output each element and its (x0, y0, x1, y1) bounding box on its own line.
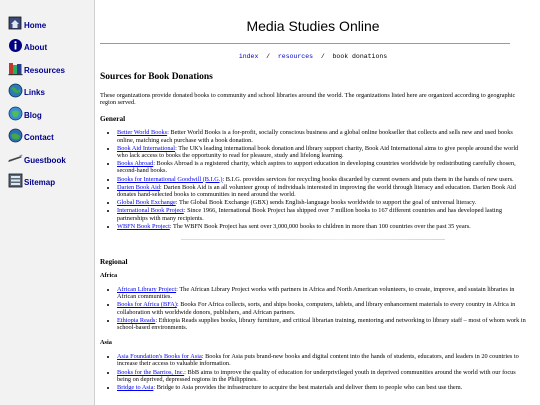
org-link[interactable]: African Library Project (117, 286, 176, 293)
general-list: Better World Books: Better World Books i… (100, 129, 526, 230)
org-link[interactable]: Ethiopia Reads (117, 317, 155, 324)
org-description: : Ethiopia Reads supplies books, library… (117, 316, 526, 332)
section-heading-general: General (100, 114, 126, 124)
breadcrumb-index[interactable]: index (239, 53, 259, 60)
sidebar: Home About Resources Links Blog Contact (0, 0, 95, 405)
nav-item-contact[interactable]: Contact (8, 128, 54, 143)
org-link[interactable]: Darien Book Aid (117, 184, 160, 191)
breadcrumb-current: book donations (332, 53, 388, 60)
guestbook-icon (8, 151, 23, 166)
contact-icon (8, 128, 23, 143)
org-description: : The WBFN Book Project has sent over 3,… (169, 222, 471, 230)
subsection-heading-africa: Africa (100, 272, 118, 280)
nav-label-home: Home (24, 21, 47, 30)
org-link[interactable]: Better World Books (117, 129, 167, 136)
nav-item-resources[interactable]: Resources (8, 61, 65, 76)
nav-label-sitemap: Sitemap (24, 178, 56, 187)
sitemap-icon (8, 173, 23, 188)
org-description: : The African Library Project works with… (117, 286, 515, 301)
nav-label-resources: Resources (24, 66, 65, 75)
section-divider (181, 239, 445, 241)
org-link[interactable]: Book Aid International (117, 145, 175, 152)
org-link[interactable]: Asia Foundation's Books for Asia (117, 353, 202, 360)
breadcrumb-resources[interactable]: resources (278, 53, 313, 60)
list-item: Global Book Exchange: The Global Book Ex… (117, 199, 526, 206)
home-icon (8, 16, 23, 31)
asia-list: Asia Foundation's Books for Asia: Books … (100, 353, 526, 391)
resources-icon (8, 61, 23, 76)
list-item: WBFN Book Project: The WBFN Book Project… (117, 223, 526, 230)
page-body: Sources for Book Donations These organiz… (100, 72, 526, 392)
breadcrumb-separator: / (320, 53, 325, 60)
blog-icon (8, 106, 23, 121)
org-link[interactable]: WBFN Book Project (117, 223, 170, 230)
org-link[interactable]: Books for the Barrios, Inc. (117, 369, 184, 376)
nav-label-blog: Blog (24, 111, 42, 120)
list-item: Asia Foundation's Books for Asia: Books … (117, 353, 526, 367)
list-item: Books for International Goodwill (B.I.G.… (117, 176, 526, 183)
list-item: Better World Books: Better World Books i… (117, 129, 526, 143)
org-description: : Bridge to Asia provides the infrastruc… (153, 384, 463, 392)
nav-item-links[interactable]: Links (8, 83, 45, 98)
site-title: Media Studies Online (246, 18, 380, 34)
page-title: Sources for Book Donations (100, 72, 213, 82)
org-description: : Books For Africa collects, sorts, and … (117, 301, 516, 316)
org-description: : Better World Books is a for-profit, so… (117, 129, 513, 144)
org-link[interactable]: Books for International Goodwill (B.I.G.… (117, 176, 222, 183)
nav-item-about[interactable]: About (8, 38, 47, 53)
org-description: : Darien Book Aid is an all volunteer gr… (117, 183, 516, 199)
org-description: : The Global Book Exchange (GBX) sends E… (175, 199, 477, 207)
org-description: : Books Abroad is a registered charity, … (117, 160, 516, 175)
list-item: Books for Africa (BFA): Books For Africa… (117, 301, 526, 315)
list-item: Darien Book Aid: Darien Book Aid is an a… (117, 184, 526, 198)
globe-icon (8, 83, 23, 98)
intro-paragraph: These organizations provide donated book… (100, 92, 516, 107)
nav-label-guestbook: Guestbook (24, 156, 66, 165)
list-item: Books Abroad: Books Abroad is a register… (117, 160, 526, 174)
section-heading-regional: Regional (100, 257, 128, 267)
list-item: African Library Project: The African Lib… (117, 286, 526, 300)
nav-item-sitemap[interactable]: Sitemap (8, 173, 55, 188)
nav-label-about: About (24, 43, 48, 52)
org-link[interactable]: Bridge to Asia (117, 384, 153, 391)
org-description: : B.I.G. provides services for recycling… (222, 175, 514, 183)
nav-item-guestbook[interactable]: Guestbook (8, 151, 66, 166)
breadcrumb: index / resources / book donations (100, 53, 526, 60)
nav-label-links: Links (24, 88, 45, 97)
info-icon (8, 38, 23, 53)
list-item: Books for the Barrios, Inc.: BbB aims to… (117, 369, 526, 383)
main-content: Media Studies Online index / resources /… (100, 0, 526, 405)
africa-list: African Library Project: The African Lib… (100, 286, 526, 331)
list-item: Bridge to Asia: Bridge to Asia provides … (117, 384, 526, 391)
breadcrumb-separator: / (266, 53, 271, 60)
org-link[interactable]: Global Book Exchange (117, 199, 176, 206)
list-item: Book Aid International: The UK's leading… (117, 145, 526, 159)
header-divider (100, 43, 510, 44)
org-link[interactable]: International Book Project (117, 207, 184, 214)
list-item: Ethiopia Reads: Ethiopia Reads supplies … (117, 317, 526, 331)
nav-item-blog[interactable]: Blog (8, 106, 42, 121)
nav-item-home[interactable]: Home (8, 16, 46, 31)
list-item: International Book Project: Since 1966, … (117, 207, 526, 221)
org-link[interactable]: Books for Africa (BFA) (117, 301, 177, 308)
org-description: : The UK's leading international book do… (117, 144, 519, 160)
subsection-heading-asia: Asia (100, 339, 112, 347)
org-link[interactable]: Books Abroad (117, 160, 153, 167)
nav-label-contact: Contact (24, 133, 54, 142)
